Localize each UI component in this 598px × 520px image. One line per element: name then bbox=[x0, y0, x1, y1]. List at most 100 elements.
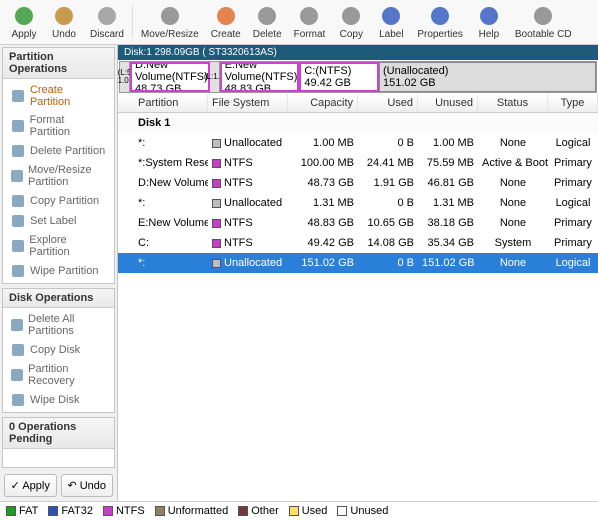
sidebar-item-wipe-disk[interactable]: Wipe Disk bbox=[3, 390, 114, 410]
legend-label: Used bbox=[302, 505, 328, 517]
sidebar-item-set-label[interactable]: Set Label bbox=[3, 211, 114, 231]
bootable-cd-icon bbox=[531, 4, 555, 28]
partition-grid[interactable]: Disk 1*:Unallocated1.00 MB0 B1.00 MBNone… bbox=[118, 113, 598, 501]
toolbar-label: Properties bbox=[417, 29, 463, 40]
table-row[interactable]: *:Unallocated151.02 GB0 B151.02 GBNoneLo… bbox=[118, 253, 598, 273]
disk-group-header[interactable]: Disk 1 bbox=[118, 113, 598, 133]
cell-filesystem: Unallocated bbox=[208, 135, 288, 151]
toolbar-label: Copy bbox=[340, 29, 363, 40]
toolbar-label: Apply bbox=[11, 29, 36, 40]
sidebar-item-label: Delete Partition bbox=[30, 145, 105, 157]
table-row[interactable]: *:System Rese..NTFS100.00 MB24.41 MB75.5… bbox=[118, 153, 598, 173]
cell-status: Active & Boot bbox=[478, 155, 548, 171]
cell-unused: 1.31 MB bbox=[418, 195, 478, 211]
table-row[interactable]: *:Unallocated1.00 MB0 B1.00 MBNoneLogica… bbox=[118, 133, 598, 153]
delete-partition-icon bbox=[11, 144, 25, 158]
create-button[interactable]: Create bbox=[205, 2, 247, 42]
toolbar-label: Create bbox=[211, 29, 241, 40]
copy-button[interactable]: Copy bbox=[331, 2, 371, 42]
apply-button[interactable]: Apply bbox=[4, 2, 44, 42]
sidebar-item-delete-all-partitions[interactable]: Delete All Partitions bbox=[3, 310, 114, 340]
cell-capacity: 48.83 GB bbox=[288, 215, 358, 231]
sidebar: Partition Operations Create PartitionFor… bbox=[0, 45, 118, 501]
cell-type: Primary bbox=[548, 175, 598, 191]
disk-map-segment[interactable]: C:(NTFS)49.42 GB bbox=[299, 62, 379, 92]
cell-partition: *: bbox=[118, 135, 208, 151]
cell-used: 10.65 GB bbox=[358, 215, 418, 231]
undo-button[interactable]: ↶ Undo bbox=[61, 474, 114, 497]
help-button[interactable]: Help bbox=[469, 2, 509, 42]
sidebar-item-create-partition[interactable]: Create Partition bbox=[3, 81, 114, 111]
delete-all-partitions-icon bbox=[11, 318, 23, 332]
format-partition-icon bbox=[11, 119, 25, 133]
table-row[interactable]: *:Unallocated1.31 MB0 B1.31 MBNoneLogica… bbox=[118, 193, 598, 213]
cell-used: 1.91 GB bbox=[358, 175, 418, 191]
sidebar-item-explore-partition[interactable]: Explore Partition bbox=[3, 231, 114, 261]
sidebar-item-delete-partition[interactable]: Delete Partition bbox=[3, 141, 114, 161]
sidebar-item-copy-disk[interactable]: Copy Disk bbox=[3, 340, 114, 360]
sidebar-item-partition-recovery[interactable]: Partition Recovery bbox=[3, 360, 114, 390]
table-row[interactable]: D:New VolumeNTFS48.73 GB1.91 GB46.81 GBN… bbox=[118, 173, 598, 193]
copy-disk-icon bbox=[11, 343, 25, 357]
wipe-partition-icon bbox=[11, 264, 25, 278]
map-handle[interactable]: (L:1.3 bbox=[210, 62, 220, 92]
column-header[interactable]: Status bbox=[478, 94, 548, 112]
disk-operations-panel: Disk Operations Delete All PartitionsCop… bbox=[2, 288, 115, 413]
undo-button[interactable]: Undo bbox=[44, 2, 84, 42]
table-row[interactable]: C:NTFS49.42 GB14.08 GB35.34 GBSystemPrim… bbox=[118, 233, 598, 253]
properties-icon bbox=[428, 4, 452, 28]
disk-map-segment[interactable]: D:New Volume(NTFS)48.73 GB bbox=[130, 62, 210, 92]
legend-swatch bbox=[155, 506, 165, 516]
apply-icon bbox=[12, 4, 36, 28]
legend-item: Other bbox=[238, 505, 279, 517]
label-button[interactable]: Label bbox=[371, 2, 411, 42]
toolbar-label: Help bbox=[479, 29, 500, 40]
sidebar-item-label: Set Label bbox=[30, 215, 76, 227]
legend-swatch bbox=[103, 506, 113, 516]
cell-capacity: 100.00 MB bbox=[288, 155, 358, 171]
create-partition-icon bbox=[11, 89, 25, 103]
move-resize-partition-icon bbox=[11, 169, 23, 183]
legend-item: NTFS bbox=[103, 505, 145, 517]
sidebar-item-wipe-partition[interactable]: Wipe Partition bbox=[3, 261, 114, 281]
main-toolbar: Apply Undo DiscardMove/Resize Create DeleteF… bbox=[0, 0, 598, 45]
column-header[interactable]: Partition bbox=[118, 94, 208, 112]
toolbar-label: Undo bbox=[52, 29, 76, 40]
cell-type: Logical bbox=[548, 135, 598, 151]
move-resize-button[interactable]: Move/Resize bbox=[135, 2, 205, 42]
column-header[interactable]: Used bbox=[358, 94, 418, 112]
cell-partition: *:System Rese.. bbox=[118, 155, 208, 171]
cell-filesystem: NTFS bbox=[208, 215, 288, 231]
disk-map-segment[interactable]: E:New Volume(NTFS)48.83 GB bbox=[220, 62, 300, 92]
column-header[interactable]: Unused bbox=[418, 94, 478, 112]
disk-map-segment[interactable]: (Unallocated)151.02 GB bbox=[379, 62, 596, 92]
cell-filesystem: NTFS bbox=[208, 155, 288, 171]
cell-partition: D:New Volume bbox=[118, 175, 208, 191]
legend-swatch bbox=[48, 506, 58, 516]
column-header[interactable]: Type bbox=[548, 94, 598, 112]
apply-button[interactable]: ✓ Apply bbox=[4, 474, 57, 497]
map-handle[interactable]: (L:5 1.0 bbox=[120, 62, 130, 92]
cell-used: 0 B bbox=[358, 255, 418, 271]
discard-button[interactable]: Discard bbox=[84, 2, 130, 42]
legend-item: Used bbox=[289, 505, 328, 517]
properties-button[interactable]: Properties bbox=[411, 2, 469, 42]
table-row[interactable]: E:New VolumeNTFS48.83 GB10.65 GB38.18 GB… bbox=[118, 213, 598, 233]
cell-filesystem: Unallocated bbox=[208, 195, 288, 211]
cell-capacity: 48.73 GB bbox=[288, 175, 358, 191]
legend-label: Unformatted bbox=[168, 505, 229, 517]
sidebar-item-copy-partition[interactable]: Copy Partition bbox=[3, 191, 114, 211]
format-button[interactable]: Format bbox=[288, 2, 332, 42]
sidebar-item-move-resize-partition[interactable]: Move/Resize Partition bbox=[3, 161, 114, 191]
grid-header: PartitionFile SystemCapacityUsedUnusedSt… bbox=[118, 94, 598, 113]
column-header[interactable]: File System bbox=[208, 94, 288, 112]
delete-button[interactable]: Delete bbox=[247, 2, 288, 42]
cell-filesystem: Unallocated bbox=[208, 255, 288, 271]
disk-map[interactable]: (L:5 1.0D:New Volume(NTFS)48.73 GB(L:1.3… bbox=[119, 61, 597, 93]
sidebar-item-label: Copy Partition bbox=[30, 195, 99, 207]
sidebar-item-format-partition[interactable]: Format Partition bbox=[3, 111, 114, 141]
column-header[interactable]: Capacity bbox=[288, 94, 358, 112]
bootable-cd-button[interactable]: Bootable CD bbox=[509, 2, 578, 42]
cell-partition: *: bbox=[118, 255, 208, 271]
cell-status: None bbox=[478, 215, 548, 231]
